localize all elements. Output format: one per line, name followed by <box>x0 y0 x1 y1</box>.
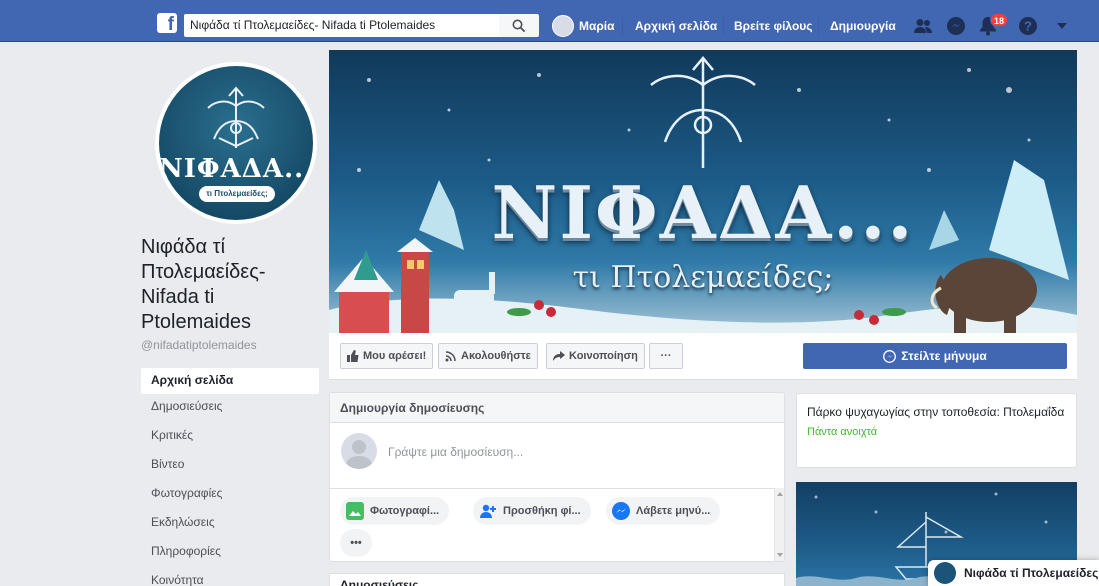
create-post-box: Δημιουργία δημοσίευσης Γράψτε μια δημοσί… <box>329 392 785 562</box>
divider <box>622 17 623 35</box>
send-message-label: Στείλτε μήνυμα <box>901 349 987 363</box>
create-post-input[interactable]: Γράψτε μια δημοσίευση... <box>388 445 523 459</box>
page-info-card: Πάρκο ψυχαγωγίας στην τοποθεσία: Πτολεμα… <box>796 393 1077 468</box>
post-options: Φωτογραφί... Προσθήκη φί... Λάβετε μηνύ.… <box>330 488 776 561</box>
like-label: Μου αρέσει! <box>363 350 427 362</box>
like-button[interactable]: Μου αρέσει! <box>340 343 434 369</box>
help-icon[interactable]: ? <box>1016 14 1040 38</box>
find-friends-link[interactable]: Βρείτε φίλους <box>734 15 813 37</box>
get-messages-label: Λάβετε μηνύ... <box>636 505 711 517</box>
add-friends-button[interactable]: Προσθήκη φί... <box>473 497 591 525</box>
create-link[interactable]: Δημιουργία <box>830 15 896 37</box>
chat-name: Νιφάδα τί Πτολεμαείδες <box>964 566 1099 580</box>
photo-video-button[interactable]: Φωτογραφί... <box>340 497 450 525</box>
avatar <box>552 15 574 37</box>
page-logo: ΝΙΦΑΔΑ... τι Πτολεμαείδες; <box>159 66 313 220</box>
sidebar-item-about[interactable]: Πληροφορίες <box>141 539 319 568</box>
user-name: Μαρία <box>579 19 615 33</box>
sidebar-item-community[interactable]: Κοινότητα <box>141 568 319 586</box>
avatar <box>934 562 956 584</box>
friend-requests-icon[interactable] <box>911 14 935 38</box>
chevron-down-icon[interactable] <box>1050 14 1074 38</box>
send-message-button[interactable]: Στείλτε μήνυμα <box>803 343 1067 369</box>
divider <box>818 17 819 35</box>
more-options-button[interactable]: ··· <box>649 343 683 369</box>
cover-title-text: ΝΙΦΑΔΑ... <box>491 170 915 255</box>
top-navigation-bar: f Νιφάδα τί Πτολεμαείδες- Nifada ti Ptol… <box>0 0 1099 42</box>
messenger-icon <box>612 502 630 520</box>
messenger-icon[interactable] <box>944 14 968 38</box>
sidebar-item-home[interactable]: Αρχική σελίδα <box>141 368 319 394</box>
sidebar-item-posts[interactable]: Δημοσιεύσεις <box>141 394 319 423</box>
follow-button[interactable]: Ακολουθήστε <box>438 343 538 369</box>
page-title[interactable]: Νιφάδα τί Πτολεμαείδες- Nifada ti Ptolem… <box>141 235 311 335</box>
follow-label: Ακολουθήστε <box>461 350 531 362</box>
search-button[interactable] <box>499 14 539 37</box>
search-input[interactable]: Νιφάδα τί Πτολεμαείδες- Nifada ti Ptolem… <box>184 14 499 37</box>
sidebar-item-videos[interactable]: Βίντεο <box>141 452 319 481</box>
sidebar-item-reviews[interactable]: Κριτικές <box>141 423 319 452</box>
rss-icon <box>445 351 456 362</box>
page-category-location: Πάρκο ψυχαγωγίας στην τοποθεσία: Πτολεμα… <box>807 405 1065 419</box>
cover-subtitle-text: τι Πτολεμαείδες; <box>572 260 834 295</box>
create-post-title: Δημιουργία δημοσίευσης <box>330 393 784 423</box>
home-link[interactable]: Αρχική σελίδα <box>635 15 717 37</box>
sidebar-item-events[interactable]: Εκδηλώσεις <box>141 510 319 539</box>
notifications-badge: 18 <box>990 13 1009 27</box>
cover-photo[interactable]: ΝΙΦΑΔΑ... τι Πτολεμαείδες; <box>329 50 1077 333</box>
page-username[interactable]: @nifadatiptolemaides <box>141 338 257 352</box>
profile-link[interactable]: Μαρία <box>552 15 615 37</box>
page-sidebar-nav: Αρχική σελίδα Δημοσιεύσεις Κριτικές Βίντ… <box>141 368 319 586</box>
profile-picture[interactable]: ΝΙΦΑΔΑ... τι Πτολεμαείδες; <box>155 62 317 224</box>
photo-icon <box>346 502 364 520</box>
profile-logo-title: ΝΙΦΑΔΑ... <box>159 154 313 184</box>
thumbs-up-icon <box>347 350 359 362</box>
divider <box>723 17 724 35</box>
page-action-bar: Μου αρέσει! Ακολουθήστε Κοινοποίηση ··· … <box>329 333 1077 380</box>
sidebar-item-photos[interactable]: Φωτογραφίες <box>141 481 319 510</box>
profile-logo-subtitle: τι Πτολεμαείδες; <box>199 186 275 202</box>
share-label: Κοινοποίηση <box>569 350 638 362</box>
svg-text:?: ? <box>1024 19 1032 34</box>
composer-scrollbar[interactable] <box>774 488 784 561</box>
share-arrow-icon <box>553 351 565 361</box>
messenger-icon <box>883 349 897 363</box>
posts-section-header: Δημοσιεύσεις <box>329 573 785 586</box>
add-friends-label: Προσθήκη φί... <box>503 505 581 517</box>
more-post-options-button[interactable]: ••• <box>340 529 372 557</box>
search-icon <box>512 19 526 32</box>
photo-video-label: Φωτογραφί... <box>370 505 440 517</box>
chat-tab[interactable]: Νιφάδα τί Πτολεμαείδες <box>928 560 1099 586</box>
avatar <box>341 433 377 469</box>
share-button[interactable]: Κοινοποίηση <box>546 343 645 369</box>
get-messages-button[interactable]: Λάβετε μηνύ... <box>606 497 721 525</box>
add-friend-icon <box>479 502 497 520</box>
facebook-logo-icon[interactable]: f <box>157 13 177 33</box>
hours-status: Πάντα ανοιχτά <box>807 426 878 438</box>
